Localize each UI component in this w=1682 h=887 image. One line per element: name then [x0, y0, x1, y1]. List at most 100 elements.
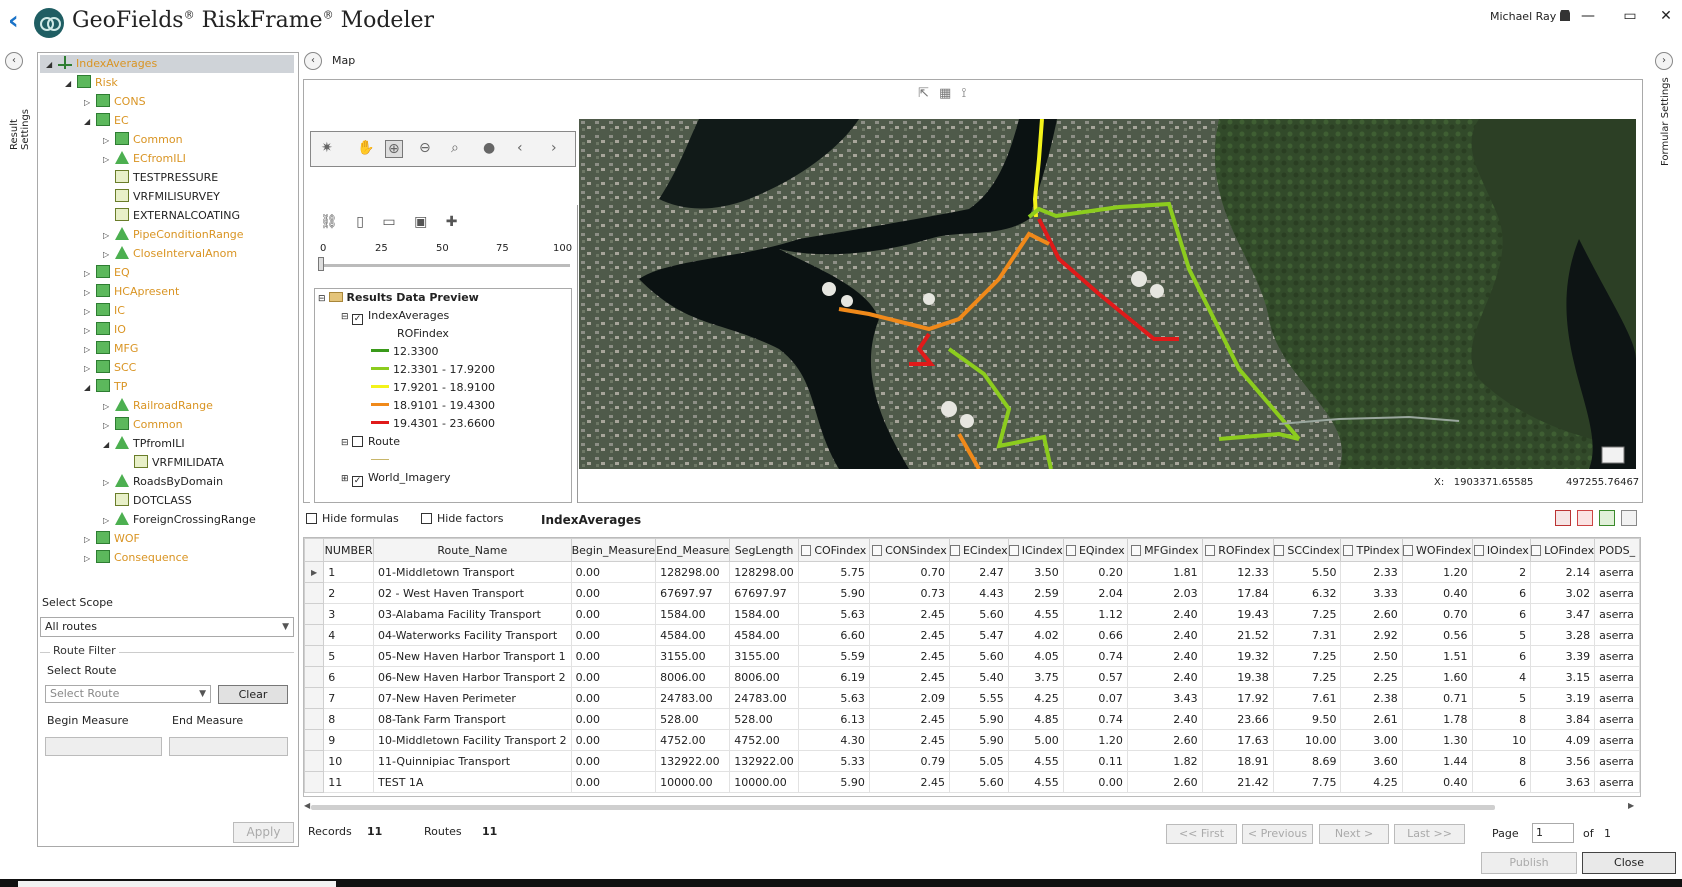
tree-node[interactable]: ▷ Consequence	[40, 549, 188, 567]
column-header[interactable]: IOindex	[1471, 538, 1532, 562]
expand-arrow-icon[interactable]: ▷	[103, 227, 115, 245]
row-header[interactable]	[304, 666, 325, 688]
table-cell[interactable]: 07-New Haven Perimeter	[373, 687, 572, 709]
scroll-right-icon[interactable]: ▶	[1628, 801, 1634, 810]
table-cell[interactable]: 4584.00	[655, 624, 731, 646]
table-cell[interactable]: 11	[323, 771, 375, 793]
table-cell[interactable]: 2.60	[1340, 603, 1403, 625]
table-cell[interactable]: 8	[1471, 750, 1532, 772]
collapse-icon[interactable]: ⊟	[341, 438, 349, 448]
table-cell[interactable]: 3.75	[1007, 666, 1064, 688]
table-cell[interactable]: 3.60	[1340, 750, 1403, 772]
table-cell[interactable]: 2.45	[868, 624, 950, 646]
table-cell[interactable]: 0.00	[570, 687, 657, 709]
collapse-map-button[interactable]: ‹	[304, 52, 322, 70]
table-cell[interactable]: 9.50	[1272, 708, 1342, 730]
table-cell[interactable]: 0.40	[1401, 582, 1473, 604]
table-cell[interactable]: aserra	[1594, 666, 1640, 688]
tree-node[interactable]: ▷ EQ	[40, 264, 130, 282]
identify-icon[interactable]: ▦	[939, 86, 951, 101]
delete-icon[interactable]	[1555, 510, 1571, 526]
table-cell[interactable]: 1.78	[1401, 708, 1473, 730]
table-cell[interactable]: 3.00	[1340, 729, 1403, 751]
column-header[interactable]: TPindex	[1340, 538, 1403, 562]
table-row[interactable]: 6 06-New Haven Harbor Transport 2 0.00 8006…	[304, 666, 1640, 688]
zoom-box-icon[interactable]: ⌕	[451, 140, 459, 156]
formula-icon[interactable]	[872, 544, 883, 556]
formula-icon[interactable]	[801, 544, 812, 556]
tree-node[interactable]: ▷ PipeConditionRange	[40, 226, 244, 244]
table-cell[interactable]: aserra	[1594, 561, 1640, 583]
table-cell[interactable]: 2.47	[948, 561, 1009, 583]
tree-node[interactable]: ▷ IO	[40, 321, 126, 339]
new-document-icon[interactable]: ▯	[356, 214, 364, 230]
formula-icon[interactable]	[1531, 544, 1542, 556]
table-cell[interactable]: 0.00	[570, 582, 657, 604]
last-page-button[interactable]: Last >>	[1394, 824, 1465, 844]
publish-button[interactable]: Publish	[1481, 852, 1577, 874]
table-cell[interactable]: 2.40	[1126, 708, 1203, 730]
table-cell[interactable]: 0.00	[570, 561, 657, 583]
checkbox-box[interactable]	[421, 513, 432, 524]
add-layer-icon[interactable]: ✚	[446, 214, 458, 230]
table-cell[interactable]: 6	[1471, 603, 1532, 625]
table-cell[interactable]: aserra	[1594, 750, 1640, 772]
table-cell[interactable]: 5.63	[797, 603, 870, 625]
collapse-arrow-icon[interactable]: ◢	[65, 75, 77, 93]
expand-arrow-icon[interactable]: ▷	[103, 151, 115, 169]
table-cell[interactable]: aserra	[1594, 729, 1640, 751]
table-cell[interactable]: 5.60	[948, 771, 1009, 793]
table-cell[interactable]: 0.00	[570, 645, 657, 667]
table-cell[interactable]: 2.45	[868, 729, 950, 751]
table-cell[interactable]: 6.32	[1272, 582, 1342, 604]
table-cell[interactable]: 4.55	[1007, 750, 1064, 772]
tree-node[interactable]: ▷ ForeignCrossingRange	[40, 511, 256, 529]
table-cell[interactable]: 5	[1471, 687, 1532, 709]
table-cell[interactable]: 2.33	[1340, 561, 1403, 583]
column-header[interactable]: SegLength	[729, 538, 799, 562]
row-header[interactable]	[304, 771, 325, 793]
table-cell[interactable]: 2.14	[1530, 561, 1596, 583]
table-cell[interactable]: 1584.00	[729, 603, 799, 625]
table-cell[interactable]: 7.25	[1272, 603, 1342, 625]
previous-extent-icon[interactable]: ‹	[517, 140, 523, 156]
table-cell[interactable]: 23.66	[1201, 708, 1274, 730]
open-folder-icon[interactable]: ▭	[382, 214, 395, 230]
pan-hand-icon[interactable]: ✋	[357, 140, 374, 156]
table-cell[interactable]: 4.55	[1007, 603, 1064, 625]
tree-node[interactable]: ▷ SCC	[40, 359, 136, 377]
table-cell[interactable]: 2.38	[1340, 687, 1403, 709]
expand-arrow-icon[interactable]: ▷	[103, 132, 115, 150]
table-cell[interactable]: 2.61	[1340, 708, 1403, 730]
maximize-button[interactable]: ▭	[1620, 8, 1640, 24]
table-cell[interactable]: 5.33	[797, 750, 870, 772]
table-cell[interactable]: 128298.00	[729, 561, 799, 583]
table-cell[interactable]: 0.00	[570, 771, 657, 793]
collapse-arrow-icon[interactable]: ◢	[46, 56, 58, 74]
table-cell[interactable]: 0.00	[570, 708, 657, 730]
formula-icon[interactable]	[1473, 544, 1484, 556]
table-cell[interactable]: 2.45	[868, 603, 950, 625]
table-cell[interactable]: 6	[1471, 645, 1532, 667]
table-cell[interactable]: 8	[1471, 708, 1532, 730]
row-header[interactable]	[304, 750, 325, 772]
table-cell[interactable]: 4.02	[1007, 624, 1064, 646]
row-header[interactable]	[304, 708, 325, 730]
tree-node[interactable]: DOTCLASS	[40, 492, 192, 510]
table-cell[interactable]: 5.90	[948, 708, 1009, 730]
table-cell[interactable]: 0.07	[1062, 687, 1128, 709]
table-cell[interactable]: 3.33	[1340, 582, 1403, 604]
table-cell[interactable]: 7.61	[1272, 687, 1342, 709]
collapse-arrow-icon[interactable]: ◢	[103, 436, 115, 454]
tree-node[interactable]: ▷ Common	[40, 416, 183, 434]
tree-node[interactable]: ▷ CloseIntervalAnom	[40, 245, 237, 263]
table-cell[interactable]: 0.79	[868, 750, 950, 772]
table-cell[interactable]: aserra	[1594, 582, 1640, 604]
table-cell[interactable]: 3.63	[1530, 771, 1596, 793]
table-cell[interactable]: 6	[1471, 771, 1532, 793]
globe-icon[interactable]: ●	[483, 140, 495, 156]
expand-arrow-icon[interactable]: ▷	[84, 284, 96, 302]
hide-factors-checkbox[interactable]: Hide factors	[421, 512, 504, 525]
expand-icon[interactable]: ⊞	[341, 474, 349, 484]
table-cell[interactable]: 0.40	[1401, 771, 1473, 793]
